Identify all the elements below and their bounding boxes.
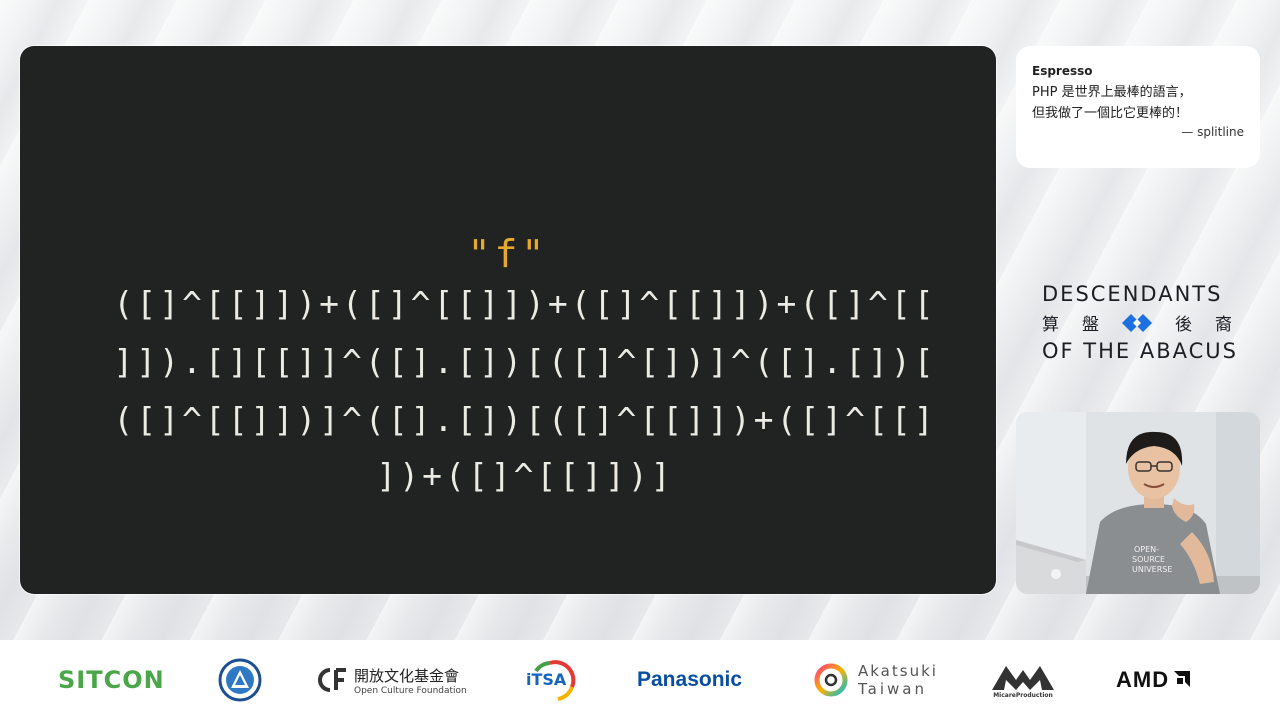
quote-line-2: 但我做了一個比它更棒的！ (1032, 106, 1189, 121)
brand-char-2: 盤 (1082, 315, 1099, 335)
sponsor-bar: SITCON 開放文化基金會 Open Culture Foundation i… (0, 640, 1280, 720)
code-line-2: ]]).[][[]]^([].[])[([]^[])]^([].[])[ (113, 342, 937, 381)
brand-char-3: 後 (1175, 315, 1192, 335)
micare-logo-text: MicareProduction (993, 691, 1053, 699)
sitcon-logo-text: SITCON (58, 666, 165, 694)
micare-logo-icon (992, 665, 1054, 690)
sponsor-panasonic: Panasonic (637, 640, 742, 720)
slide-title: "f" (467, 232, 549, 276)
code-line-3: ([]^[[]])]^([].[])[([]^[[]])+([]^[[] (113, 400, 937, 439)
sponsor-akatsuki: Akatsuki Taiwan (814, 640, 938, 720)
presentation-slide: "f" ([]^[[]])+([]^[[]])+([]^[[]])+([]^[[… (20, 46, 996, 594)
quote-signature: — splitline (1181, 125, 1244, 139)
sponsor-amd: AMD (1116, 640, 1191, 720)
shirt-text-1: OPEN- (1134, 545, 1159, 554)
speaker-video-frame: OPEN- SOURCE UNIVERSE (1016, 412, 1260, 594)
government-seal-icon (218, 658, 262, 702)
brand-title-top: DESCENDANTS (1042, 282, 1223, 306)
itsa-logo-text: iTSA (526, 670, 567, 689)
code-line-4: ])+([]^[[]])] (376, 456, 674, 495)
event-brand-logo: DESCENDANTS 算 盤 後 裔 OF THE ABACUS (1042, 282, 1242, 363)
quote-line-1: PHP 是世界上最棒的語言， (1032, 85, 1192, 100)
sponsor-micare: MicareProduction (990, 640, 1056, 720)
shirt-text-2: SOURCE (1132, 555, 1165, 564)
brand-char-1: 算 (1042, 315, 1059, 335)
akatsuki-text-2: Taiwan (858, 680, 928, 698)
brand-title-bottom: OF THE ABACUS (1042, 339, 1238, 363)
quote-author: Espresso (1032, 64, 1093, 78)
ocf-logo-icon (318, 668, 346, 692)
sponsor-sitcon: SITCON (58, 640, 165, 720)
brand-chinese-row: 算 盤 後 裔 (1042, 310, 1232, 335)
ocf-chinese-name: 開放文化基金會 (354, 666, 460, 685)
sponsor-seal (218, 640, 262, 720)
amd-logo-text: AMD (1116, 667, 1170, 692)
abacus-diamond-icon (1122, 313, 1152, 332)
speaker-webcam: OPEN- SOURCE UNIVERSE (1016, 412, 1260, 594)
code-line-1: ([]^[[]])+([]^[[]])+([]^[[]])+([]^[[ (113, 284, 937, 323)
sponsor-itsa: iTSA (524, 640, 578, 720)
shirt-text-3: UNIVERSE (1132, 565, 1172, 574)
sponsor-ocf: 開放文化基金會 Open Culture Foundation (318, 640, 467, 720)
panasonic-logo-text: Panasonic (637, 668, 743, 691)
amd-arrow-icon (1174, 671, 1191, 687)
speaker-quote-card: Espresso PHP 是世界上最棒的語言， 但我做了一個比它更棒的！ — s… (1016, 46, 1260, 168)
akatsuki-logo-icon (814, 663, 848, 697)
brand-char-4: 裔 (1215, 315, 1232, 335)
ocf-english-name: Open Culture Foundation (354, 685, 467, 696)
akatsuki-text-1: Akatsuki (858, 662, 938, 680)
